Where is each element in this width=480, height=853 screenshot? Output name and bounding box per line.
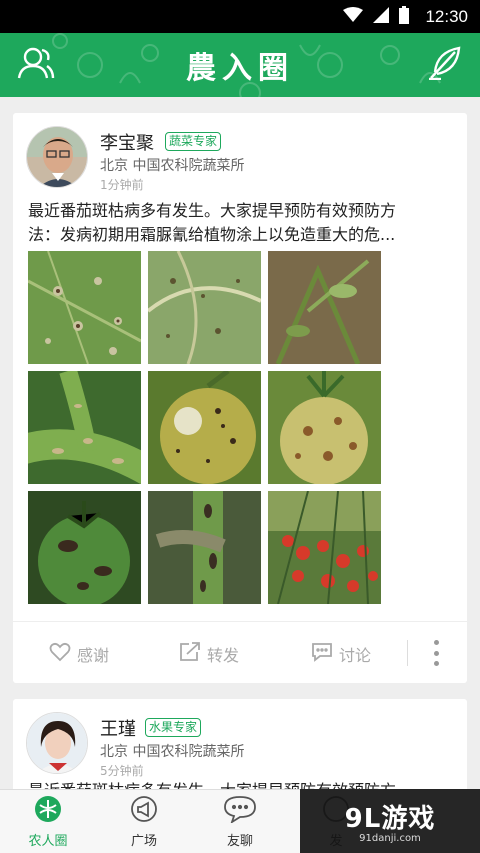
post-card[interactable]: 王瑾 水果专家 北京 中国农科院蔬菜所 5分钟前 最近番茄斑枯病多有发生。大家提…	[13, 699, 467, 789]
expert-badge: 水果专家	[145, 718, 202, 737]
clock: 12:30	[425, 6, 468, 26]
disease-photo[interactable]	[268, 251, 381, 364]
battery-icon	[399, 5, 410, 28]
post-time: 5分钟前	[100, 764, 144, 778]
author-name[interactable]: 王瑾	[100, 715, 136, 741]
compose-button[interactable]	[422, 43, 466, 87]
nav-label: 农人圈	[28, 834, 68, 849]
post-text[interactable]: 最近番茄斑枯病多有发生。大家提早预防有效预防方	[28, 779, 458, 789]
nav-label: 友聊	[226, 834, 253, 849]
app-title: 農入圈	[186, 51, 294, 86]
author-org: 北京 中国农科院蔬菜所	[100, 744, 245, 760]
quill-icon	[427, 46, 461, 84]
app-header: 農入圈	[0, 33, 480, 97]
action-divider	[407, 640, 408, 666]
more-dot-icon	[433, 661, 439, 666]
photo-grid	[28, 251, 382, 605]
expert-badge: 蔬菜专家	[165, 132, 222, 151]
disease-photo[interactable]	[28, 251, 141, 364]
disease-photo[interactable]	[268, 371, 381, 484]
post-text-line: 法：发病初期用霜脲氰给植物涂上以免造重大的危...	[28, 225, 396, 244]
heart-icon	[49, 642, 71, 666]
signal-icon	[373, 6, 390, 27]
more-dot-icon	[433, 650, 439, 656]
more-dot-icon	[433, 640, 439, 645]
thanks-label: 感谢	[77, 646, 110, 665]
author-org: 北京 中国农科院蔬菜所	[100, 158, 245, 174]
disease-photo[interactable]	[148, 371, 261, 484]
post-actions: 感谢 转发 讨论	[13, 621, 467, 683]
avatar[interactable]	[26, 712, 88, 774]
share-label: 转发	[207, 646, 240, 665]
comment-icon	[311, 642, 333, 666]
disease-photo[interactable]	[148, 491, 261, 604]
wifi-icon	[343, 6, 364, 27]
discuss-button[interactable]: 讨论	[311, 642, 371, 666]
post-card[interactable]: 李宝聚 蔬菜专家 北京 中国农科院蔬菜所 1分钟前 最近番茄斑枯病多有发生。大家…	[13, 113, 467, 683]
discuss-label: 讨论	[339, 646, 372, 665]
nav-chat[interactable]: 友聊	[192, 790, 288, 853]
thanks-button[interactable]: 感谢	[49, 642, 109, 666]
nav-square[interactable]: 广场	[96, 790, 192, 853]
more-options-button[interactable]	[431, 640, 441, 666]
nav-label: 广场	[130, 834, 157, 849]
status-bar: 12:30	[0, 0, 480, 33]
share-button[interactable]: 转发	[179, 642, 239, 666]
nav-farm-circle[interactable]: 农人圈	[0, 790, 96, 853]
disease-photo[interactable]	[28, 371, 141, 484]
post-text[interactable]: 最近番茄斑枯病多有发生。大家提早预防有效预防方 法：发病初期用霜脲氰给植物涂上以…	[28, 199, 458, 247]
author-name[interactable]: 李宝聚	[100, 129, 154, 155]
post-time: 1分钟前	[100, 178, 144, 192]
feed[interactable]: 李宝聚 蔬菜专家 北京 中国农科院蔬菜所 1分钟前 最近番茄斑枯病多有发生。大家…	[0, 97, 480, 789]
watermark-brand: 9L游戏	[344, 804, 436, 834]
avatar[interactable]	[26, 126, 88, 188]
farm-circle-icon	[34, 795, 62, 827]
disease-photo[interactable]	[148, 251, 261, 364]
post-text-line: 最近番茄斑枯病多有发生。大家提早预防有效预防方	[28, 201, 397, 220]
share-icon	[179, 642, 201, 666]
chat-bubble-icon	[223, 795, 257, 827]
megaphone-icon	[130, 795, 158, 827]
site-watermark: 9L游戏 91danji.com	[300, 789, 480, 853]
disease-photo[interactable]	[28, 491, 141, 604]
watermark-url: 91danji.com	[359, 833, 421, 844]
disease-photo[interactable]	[268, 491, 381, 604]
